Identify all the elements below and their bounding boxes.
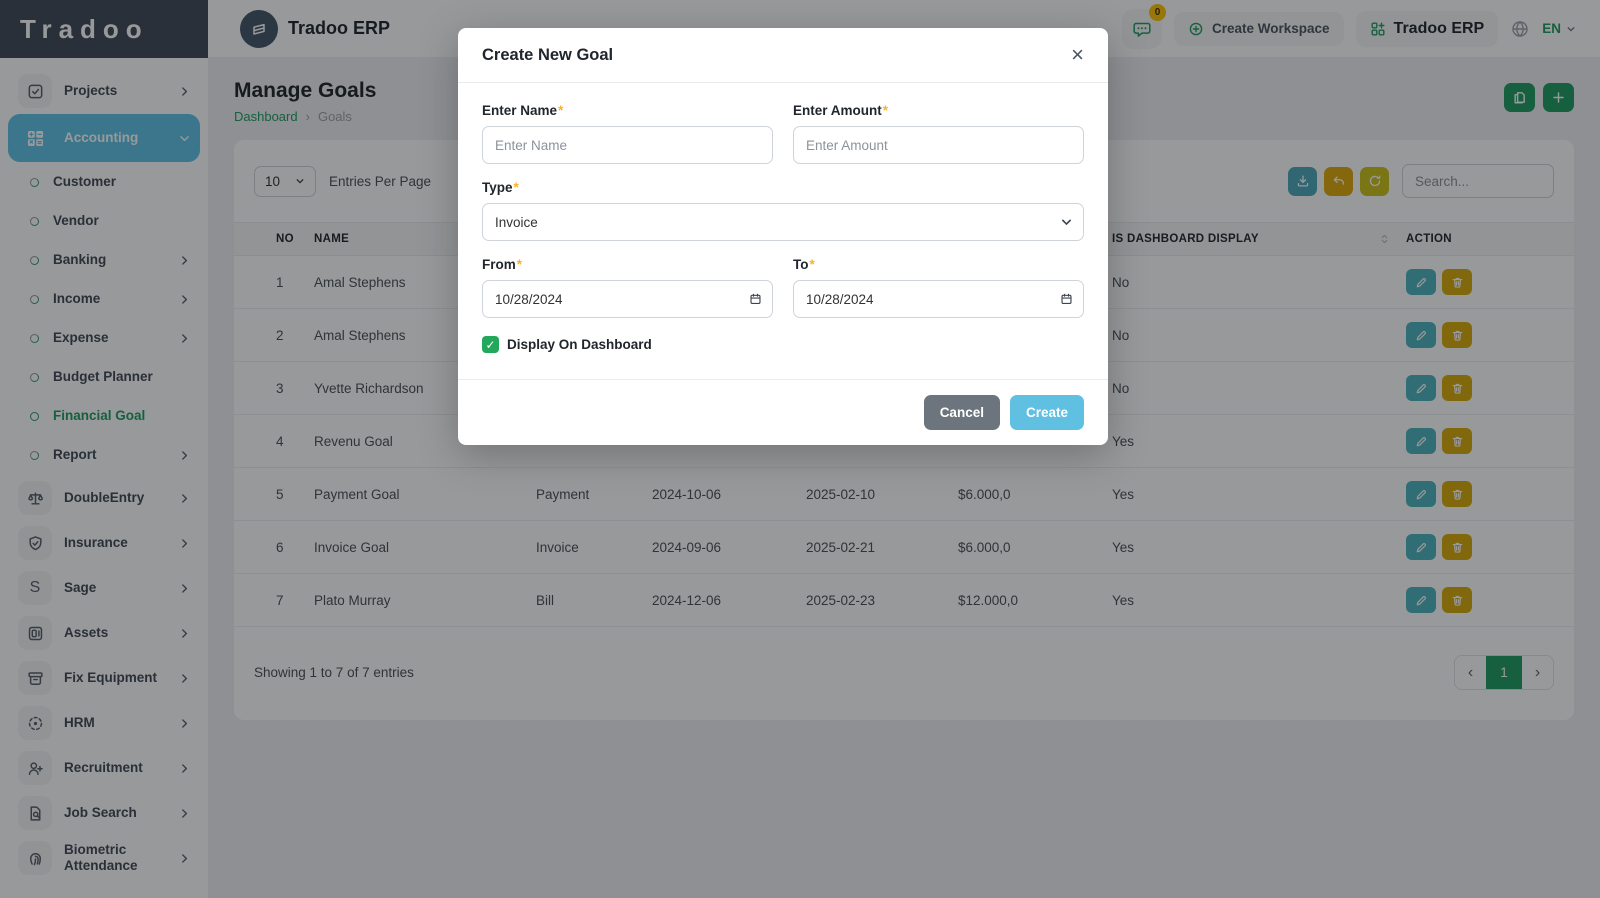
from-field-label: From* [482, 257, 773, 272]
type-select-value: Invoice [495, 215, 538, 230]
from-date-input[interactable] [482, 280, 773, 318]
cancel-button[interactable]: Cancel [924, 395, 1000, 430]
required-asterisk: * [810, 257, 815, 272]
name-field-label: Enter Name* [482, 103, 773, 118]
display-on-dashboard-label: Display On Dashboard [507, 337, 652, 352]
name-input[interactable] [482, 126, 773, 164]
modal-header: Create New Goal × [458, 28, 1108, 83]
amount-input[interactable] [793, 126, 1084, 164]
required-asterisk: * [517, 257, 522, 272]
required-asterisk: * [514, 180, 519, 195]
display-on-dashboard-row: ✓ Display On Dashboard [482, 336, 1084, 353]
modal-body: Enter Name* Enter Amount* Type* Invoice … [458, 83, 1108, 353]
close-icon[interactable]: × [1071, 44, 1084, 66]
modal-footer: Cancel Create [458, 379, 1108, 445]
required-asterisk: * [558, 103, 563, 118]
type-select[interactable]: Invoice [482, 203, 1084, 241]
display-on-dashboard-checkbox[interactable]: ✓ [482, 336, 499, 353]
amount-field-label: Enter Amount* [793, 103, 1084, 118]
modal-title: Create New Goal [482, 46, 613, 65]
type-field-label: Type* [482, 180, 1084, 195]
to-field-label: To* [793, 257, 1084, 272]
create-button[interactable]: Create [1010, 395, 1084, 430]
required-asterisk: * [883, 103, 888, 118]
to-date-input[interactable] [793, 280, 1084, 318]
create-goal-modal: Create New Goal × Enter Name* Enter Amou… [458, 28, 1108, 445]
